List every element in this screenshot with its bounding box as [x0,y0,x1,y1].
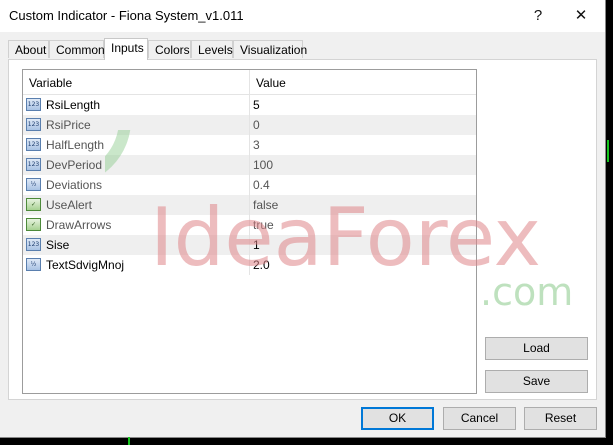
input-row-halflength[interactable]: 123 HalfLength 3 [23,135,476,155]
inputs-grid: Variable Value 123 RsiLength 5 123 RsiPr… [22,69,477,394]
column-header-value[interactable]: Value [256,76,286,90]
row-divider [249,255,250,275]
tab-common[interactable]: Common [49,40,105,58]
inputs-panel: Variable Value 123 RsiLength 5 123 RsiPr… [8,59,597,400]
tab-visualization[interactable]: Visualization [233,40,307,58]
row-divider [249,195,250,215]
tab-colors[interactable]: Colors [148,40,191,58]
row-variable: UseAlert [46,198,93,212]
input-row-deviations[interactable]: ½ Deviations 0.4 [23,175,476,195]
row-variable: DevPeriod [46,158,103,172]
row-variable: HalfLength [46,138,105,152]
column-divider[interactable] [249,70,250,94]
close-button[interactable]: ✕ [569,5,593,27]
column-header-variable[interactable]: Variable [29,76,72,90]
bool-type-icon: ✓ [26,218,41,231]
row-variable: Sise [46,238,70,252]
chart-candle-fragment [128,437,130,445]
bool-type-icon: ✓ [26,198,41,211]
title-bar[interactable]: Custom Indicator - Fiona System_v1.011 ?… [0,0,605,32]
reset-button[interactable]: Reset [524,407,597,430]
save-button[interactable]: Save [485,370,588,393]
row-variable: DrawArrows [46,218,112,232]
integer-type-icon: 123 [26,138,41,151]
row-variable: RsiPrice [46,118,91,132]
row-divider [249,95,250,115]
grid-header: Variable Value [23,70,476,95]
integer-type-icon: 123 [26,98,41,111]
row-value[interactable]: 0.4 [253,178,270,192]
row-divider [249,155,250,175]
help-button[interactable]: ? [526,5,550,27]
double-type-icon: ½ [26,178,41,191]
custom-indicator-dialog: Custom Indicator - Fiona System_v1.011 ?… [0,0,606,438]
tab-levels[interactable]: Levels [191,40,233,58]
row-divider [249,215,250,235]
tab-inputs[interactable]: Inputs [104,38,148,60]
input-row-usealert[interactable]: ✓ UseAlert false [23,195,476,215]
tab-about[interactable]: About [8,40,49,58]
row-divider [249,235,250,255]
integer-type-icon: 123 [26,158,41,171]
double-type-icon: ½ [26,258,41,271]
integer-type-icon: 123 [26,238,41,251]
row-variable: TextSdvigMnoj [46,258,125,272]
load-button[interactable]: Load [485,337,588,360]
input-row-sise[interactable]: 123 Sise 1 [23,235,476,255]
ok-button[interactable]: OK [361,407,434,430]
row-value[interactable]: 5 [253,98,260,112]
row-value[interactable]: 3 [253,138,260,152]
row-value[interactable]: 2.0 [253,258,270,272]
cancel-button[interactable]: Cancel [443,407,516,430]
row-divider [249,135,250,155]
input-row-rsiprice[interactable]: 123 RsiPrice 0 [23,115,476,135]
input-row-rsilength[interactable]: 123 RsiLength 5 [23,95,476,115]
row-value[interactable]: false [253,198,278,212]
row-variable: Deviations [46,178,103,192]
row-value[interactable]: 1 [253,238,260,252]
input-row-drawarrows[interactable]: ✓ DrawArrows true [23,215,476,235]
row-value[interactable]: 100 [253,158,273,172]
window-title: Custom Indicator - Fiona System_v1.011 [9,8,244,23]
row-divider [249,115,250,135]
input-row-devperiod[interactable]: 123 DevPeriod 100 [23,155,476,175]
row-value[interactable]: 0 [253,118,260,132]
integer-type-icon: 123 [26,118,41,131]
chart-candle-fragment [607,140,609,162]
row-value[interactable]: true [253,218,274,232]
row-variable: RsiLength [46,98,101,112]
input-row-textsdvigmnoj[interactable]: ½ TextSdvigMnoj 2.0 [23,255,476,275]
row-divider [249,175,250,195]
